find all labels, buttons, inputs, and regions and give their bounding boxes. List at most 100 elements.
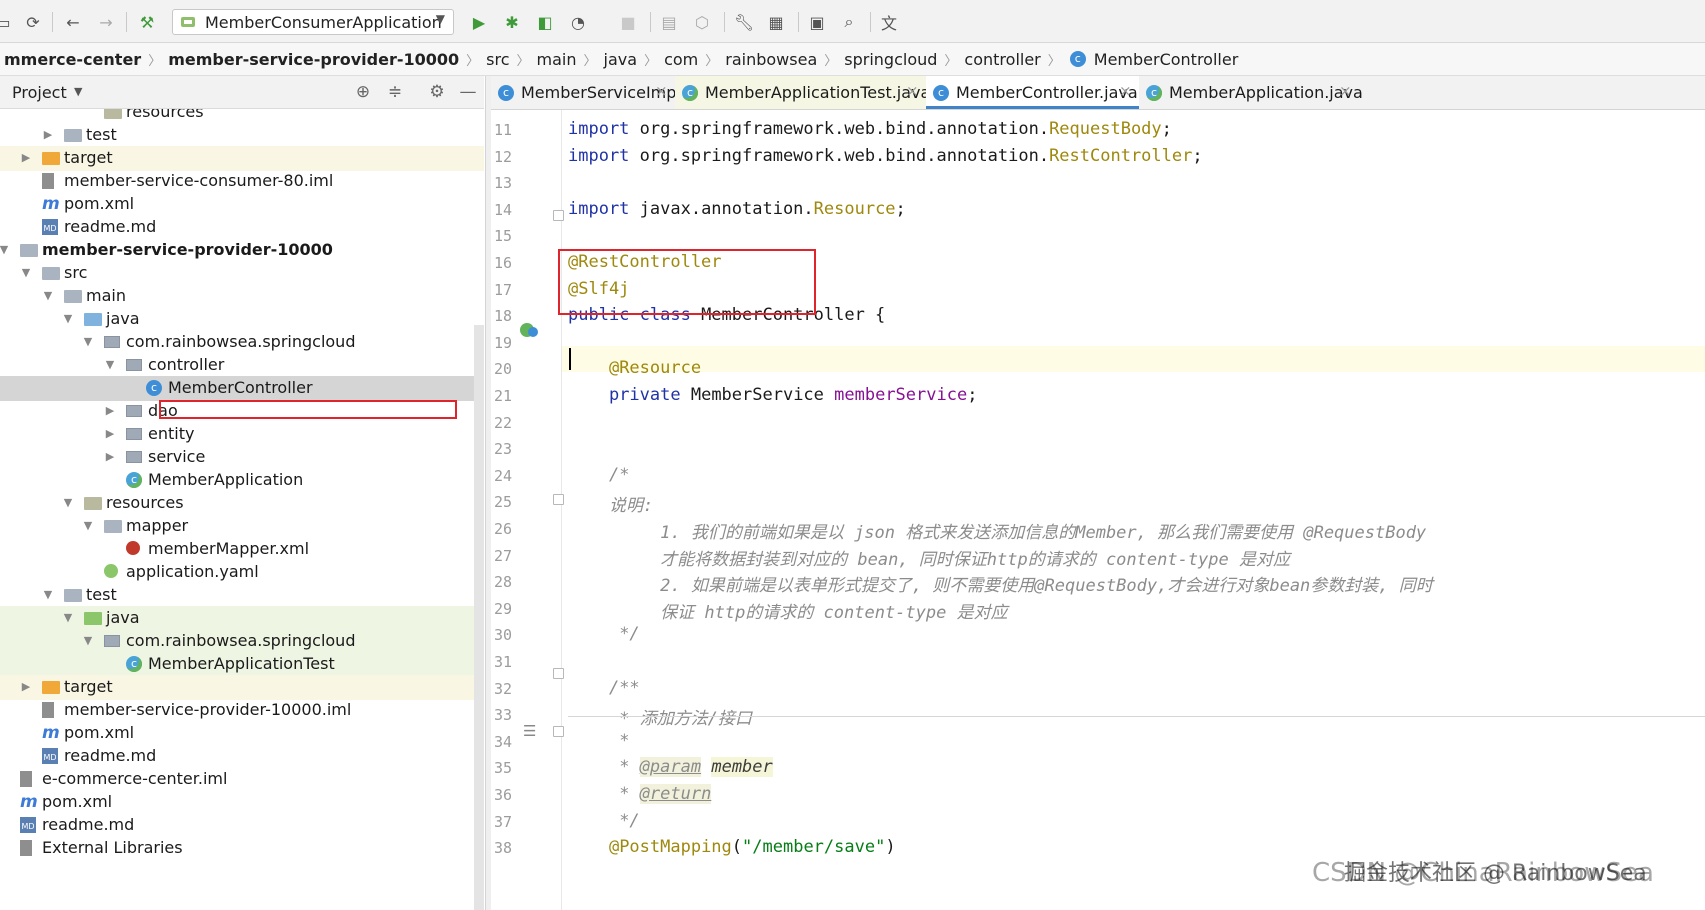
breadcrumb-item[interactable]: mmerce-center [0, 50, 145, 69]
tree-item[interactable]: m pom.xml [0, 790, 484, 815]
close-icon[interactable]: × [655, 82, 668, 100]
fold-marker-icon[interactable] [553, 494, 564, 505]
collapse-all-icon[interactable]: ≑ [385, 82, 405, 102]
save-all-icon[interactable]: ▭ [0, 12, 14, 32]
close-icon[interactable]: × [1119, 82, 1132, 100]
tree-item[interactable]: ▼ main [0, 284, 484, 309]
breadcrumb-item[interactable]: controller [960, 50, 1044, 69]
expanded-arrow-icon[interactable]: ▼ [62, 611, 74, 624]
tree-item[interactable]: ▼ controller [0, 353, 484, 378]
locate-icon[interactable]: ⊕ [353, 82, 373, 102]
tree-item[interactable]: ▼ mapper [0, 514, 484, 539]
package-icon [126, 428, 142, 440]
tree-item[interactable]: ▼ com.rainbowsea.springcloud [0, 330, 484, 355]
editor-tab[interactable]: c MemberApplicationTest.java × [675, 76, 930, 109]
profile-icon[interactable]: ◔ [567, 12, 589, 32]
editor-tab[interactable]: c MemberApplication.java × [1139, 76, 1363, 109]
tree-item[interactable]: ▶ entity [0, 422, 484, 447]
translate-icon[interactable]: 文 [878, 12, 900, 33]
run-configuration-select[interactable]: MemberConsumerApplication ▼ [172, 9, 454, 35]
close-icon[interactable]: × [1339, 82, 1352, 100]
deploy-icon[interactable]: ⬡ [691, 12, 713, 32]
fold-marker-icon[interactable] [553, 668, 564, 679]
library-icon [20, 840, 32, 856]
project-structure-icon[interactable]: ▦ [765, 12, 787, 32]
tree-item[interactable]: ▼ resources [0, 491, 484, 516]
collapsed-arrow-icon[interactable]: ▶ [20, 680, 32, 693]
project-panel-title[interactable]: Project [12, 83, 67, 102]
debug-icon[interactable]: ✱ [501, 12, 523, 32]
expanded-arrow-icon[interactable]: ▼ [104, 358, 116, 371]
breadcrumb-item[interactable]: main [533, 50, 581, 69]
expanded-arrow-icon[interactable]: ▼ [62, 312, 74, 325]
collapsed-arrow-icon[interactable]: ▶ [42, 128, 54, 141]
code-line: @Resource [568, 358, 701, 378]
tree-item[interactable]: memberMapper.xml [0, 537, 484, 562]
forward-icon[interactable]: → [95, 12, 117, 32]
search-icon[interactable]: ⌕ [838, 12, 860, 32]
tree-item[interactable]: ▼ java [0, 307, 484, 332]
breadcrumb-item[interactable]: MemberController [1090, 50, 1243, 69]
hide-icon[interactable]: — [458, 82, 478, 102]
tree-item[interactable]: ▼ src [0, 261, 484, 286]
fold-marker-icon[interactable] [553, 210, 564, 221]
breadcrumb-item[interactable]: com [660, 50, 702, 69]
expanded-arrow-icon[interactable]: ▼ [20, 266, 32, 279]
coverage-icon[interactable]: ◧ [534, 12, 556, 32]
expanded-arrow-icon[interactable]: ▼ [0, 243, 10, 256]
gear-icon[interactable]: ⚙ [427, 82, 447, 102]
tree-item[interactable]: ▼ com.rainbowsea.springcloud [0, 629, 484, 654]
attach-icon[interactable]: ▤ [658, 12, 680, 32]
expanded-arrow-icon[interactable]: ▼ [42, 588, 54, 601]
tree-item[interactable]: ▼ member-service-provider-10000 [0, 238, 484, 263]
expanded-arrow-icon[interactable]: ▼ [82, 519, 94, 532]
back-icon[interactable]: ← [62, 12, 84, 32]
expanded-arrow-icon[interactable]: ▼ [62, 496, 74, 509]
tree-item[interactable]: c MemberApplication [0, 468, 484, 493]
tree-item[interactable]: MD readme.md [0, 744, 484, 769]
spring-bean-gutter-icon[interactable] [519, 321, 539, 339]
expanded-arrow-icon[interactable]: ▼ [82, 335, 94, 348]
settings-wrench-icon[interactable]: 🔧︎ [733, 12, 755, 32]
tree-item[interactable]: e-commerce-center.iml [0, 767, 484, 792]
tree-item[interactable]: MD readme.md [0, 813, 484, 838]
breadcrumb-item[interactable]: springcloud [840, 50, 941, 69]
collapsed-arrow-icon[interactable]: ▶ [104, 404, 116, 417]
doc-render-icon[interactable]: ☰ [523, 722, 537, 740]
tree-item[interactable]: member-service-provider-10000.iml [0, 698, 484, 723]
tree-item[interactable]: ▶ target [0, 146, 484, 171]
stop-icon[interactable]: ■ [617, 12, 639, 32]
breadcrumb-item[interactable]: rainbowsea [721, 50, 821, 69]
tree-item[interactable]: member-service-consumer-80.iml [0, 169, 484, 194]
breadcrumb-item[interactable]: member-service-provider-10000 [164, 50, 463, 69]
tree-item[interactable]: c MemberApplicationTest [0, 652, 484, 677]
tree-item[interactable]: m pom.xml [0, 721, 484, 746]
sync-icon[interactable]: ⟳ [22, 12, 44, 32]
tree-item[interactable]: MD readme.md [0, 215, 484, 240]
editor-tab[interactable]: c MemberController.java × [926, 76, 1139, 109]
tree-item[interactable]: application.yaml [0, 560, 484, 585]
breadcrumb-item[interactable]: src [482, 50, 513, 69]
expanded-arrow-icon[interactable]: ▼ [82, 634, 94, 647]
expanded-arrow-icon[interactable]: ▼ [42, 289, 54, 302]
close-icon[interactable]: × [906, 82, 919, 100]
collapsed-arrow-icon[interactable]: ▶ [20, 151, 32, 164]
collapsed-arrow-icon[interactable]: ▶ [104, 427, 116, 440]
project-tree-scrollbar[interactable] [474, 325, 484, 910]
tree-item[interactable]: External Libraries [0, 836, 484, 861]
run-icon[interactable]: ▶ [468, 12, 490, 32]
tree-item[interactable]: ▼ test [0, 583, 484, 608]
tree-item[interactable]: ▶ target [0, 675, 484, 700]
chevron-down-icon[interactable]: ▼ [74, 85, 82, 98]
tree-item[interactable]: m pom.xml [0, 192, 484, 217]
collapsed-arrow-icon[interactable]: ▶ [104, 450, 116, 463]
editor-tab[interactable]: c MemberServiceImpl.java × [491, 76, 719, 109]
build-icon[interactable]: ⚒ [136, 12, 158, 32]
tree-item[interactable]: ▼ java [0, 606, 484, 631]
fold-marker-icon[interactable] [553, 726, 564, 737]
terminal-icon[interactable]: ▣ [806, 12, 828, 32]
breadcrumb-item[interactable]: java [600, 50, 642, 69]
tree-item[interactable]: ▶ service [0, 445, 484, 470]
tree-item[interactable]: ▶ test [0, 123, 484, 148]
tree-item[interactable]: c MemberController [0, 376, 484, 401]
